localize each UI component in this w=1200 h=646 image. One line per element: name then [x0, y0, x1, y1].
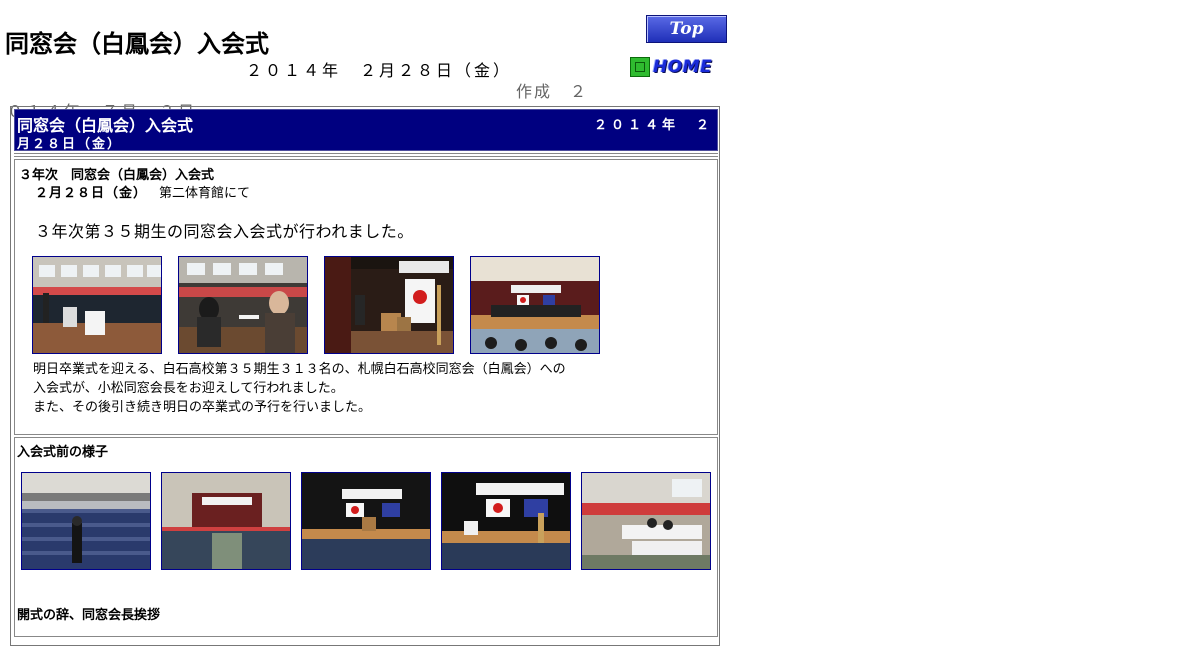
section-heading: ３年次 同窓会（白鳳会）入会式 — [19, 168, 215, 183]
stage-banner-photo[interactable] — [441, 472, 571, 570]
gymnasium-photo-1[interactable] — [32, 256, 162, 354]
reception-tables-photo[interactable] — [581, 472, 711, 570]
gymnasium-photo-2[interactable] — [178, 256, 308, 354]
body-line-1: 明日卒業式を迎える、白石高校第３５期生３１３名の、札幌白石高校同窓会（白鳳会）へ… — [33, 362, 566, 377]
article-title-bar: 同窓会（白鳳会）入会式 ２０１４年 ２ 月２８日（金） — [14, 109, 718, 152]
section-heading: 入会式前の様子 — [17, 445, 109, 460]
top-button-label: Top — [669, 19, 704, 39]
before-ceremony-section: 入会式前の様子 開式の辞、同窓会長挨拶 — [14, 437, 718, 637]
home-button-label: HOME — [653, 57, 713, 77]
page-title: 同窓会（白鳳会）入会式 — [5, 30, 269, 58]
body-line-3: また、その後引き続き明日の卒業式の予行を行いました。 — [33, 400, 372, 415]
body-line-2: 入会式が、小松同窓会長をお迎えして行われました。 — [33, 381, 344, 396]
stage-photo-3[interactable] — [324, 256, 454, 354]
empty-chairs-photo[interactable] — [21, 472, 151, 570]
section-body: 明日卒業式を迎える、白石高校第３５期生３１３名の、札幌白石高校同窓会（白鳳会）へ… — [33, 360, 566, 417]
top-button[interactable]: Top — [646, 15, 727, 43]
section-place: 第二体育館にて — [159, 186, 251, 201]
home-button[interactable]: HOME — [630, 57, 712, 77]
stage-flags-photo[interactable] — [301, 472, 431, 570]
article-date: ２０１４年 ２ — [593, 118, 713, 133]
created-date-label: 作成 ２ — [516, 82, 589, 101]
event-date: ２０１４年 ２月２８日（金） — [246, 61, 513, 80]
article-date-continuation: 月２８日（金） — [17, 137, 123, 152]
section-date: ２月２８日（金） — [35, 186, 148, 201]
hall-wide-photo[interactable] — [161, 472, 291, 570]
section-subheading: 開式の辞、同窓会長挨拶 — [17, 608, 161, 623]
stage-photo-4[interactable] — [470, 256, 600, 354]
ceremony-section: ３年次 同窓会（白鳳会）入会式 ２月２８日（金） 第二体育館にて ３年次第３５期生… — [14, 159, 718, 435]
section-date-place: ２月２８日（金） 第二体育館にて — [35, 182, 250, 201]
home-square-icon — [630, 57, 650, 77]
section-lead: ３年次第３５期生の同窓会入会式が行われました。 — [35, 222, 414, 241]
divider — [14, 153, 718, 157]
